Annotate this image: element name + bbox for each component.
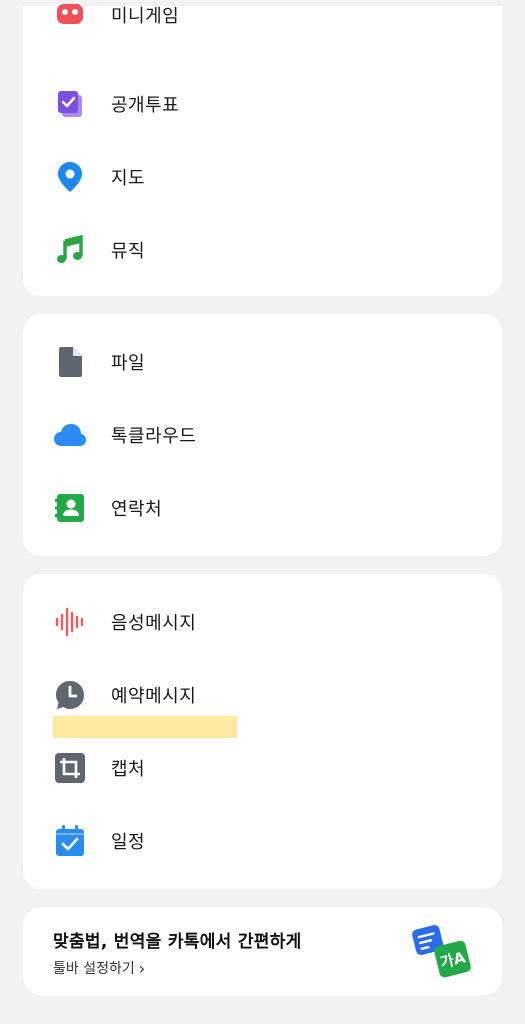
poll-icon [53,87,87,121]
menu-item-label: 공개투표 [111,95,180,116]
menu-item-label: 음성메시지 [111,613,197,634]
map-pin-icon [53,160,87,194]
music-note-icon [53,233,87,267]
menu-item-label: 캡처 [111,759,146,780]
feature-card-1: 미니게임 공개투표 지도 뮤직 [23,4,502,296]
menu-item-label: 일정 [111,832,146,853]
voice-wave-icon [53,605,87,639]
menu-item-voice-message[interactable]: 음성메시지 [23,590,502,654]
menu-item-poll[interactable]: 공개투표 [23,72,502,136]
translate-illustration-icon: 가A [411,921,473,981]
toolbar-promo-card[interactable]: 맞춤법, 번역을 카톡에서 간편하게 툴바 설정하기 › 가A [23,907,502,995]
chevron-right-icon: › [138,958,146,978]
menu-item-music[interactable]: 뮤직 [23,218,502,282]
clock-bubble-icon [53,678,87,712]
crop-icon [53,751,87,785]
menu-item-scheduled-message[interactable]: 예약메시지 [23,663,502,727]
feature-card-3: 음성메시지 예약메시지 캡처 일정 [23,574,502,889]
calendar-check-icon [53,824,87,858]
contacts-icon [53,491,87,525]
toolbar-settings-label: 툴바 설정하기 [53,961,135,977]
menu-item-label: 톡클라우드 [111,426,197,447]
menu-item-map[interactable]: 지도 [23,145,502,209]
minigame-icon [53,0,87,32]
menu-item-schedule[interactable]: 일정 [23,809,502,873]
menu-item-talkcloud[interactable]: 톡클라우드 [23,403,502,467]
menu-item-file[interactable]: 파일 [23,330,502,394]
menu-item-minigame[interactable]: 미니게임 [23,0,502,40]
toolbar-settings-link[interactable]: 툴바 설정하기 › [53,958,145,978]
menu-item-contacts[interactable]: 연락처 [23,476,502,540]
menu-item-label: 지도 [111,168,146,189]
feature-card-2: 파일 톡클라우드 연락처 [23,314,502,556]
menu-item-label: 미니게임 [111,6,180,27]
menu-item-label: 연락처 [111,499,163,520]
promo-title: 맞춤법, 번역을 카톡에서 간편하게 [53,932,302,952]
cloud-icon [53,418,87,452]
menu-item-label: 예약메시지 [111,686,197,707]
menu-item-capture[interactable]: 캡처 [23,736,502,800]
file-icon [53,345,87,379]
menu-item-label: 파일 [111,353,146,374]
menu-item-label: 뮤직 [111,241,146,262]
